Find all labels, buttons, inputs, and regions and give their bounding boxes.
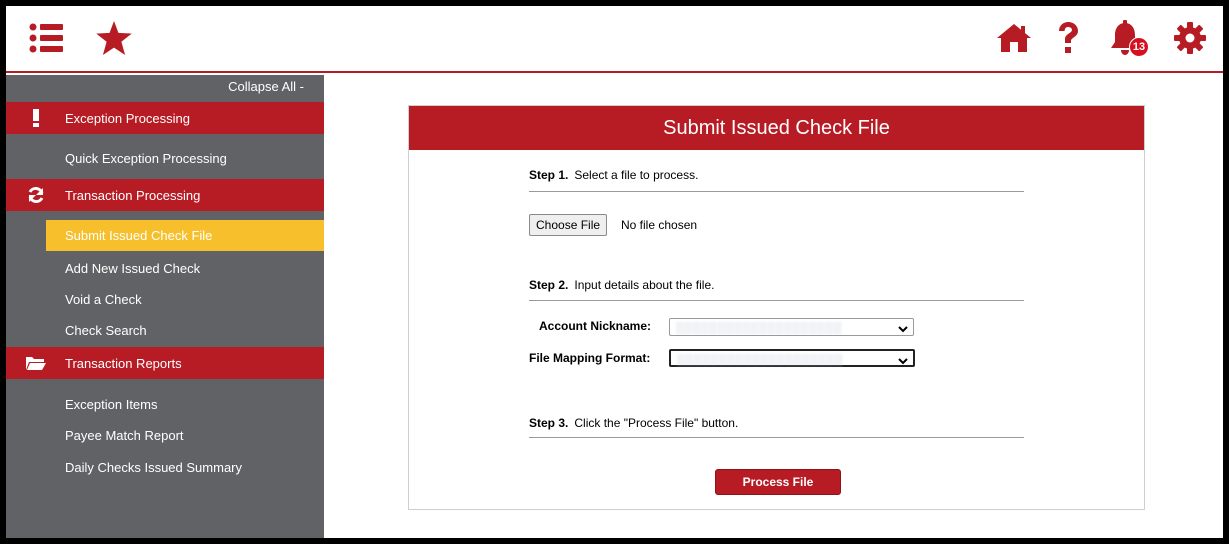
bell-icon[interactable]: 13: [1108, 20, 1152, 57]
exclamation-icon: [26, 108, 46, 128]
notification-count-badge: 13: [1129, 37, 1149, 57]
step-1-divider: [529, 191, 1024, 192]
submit-form-card: Submit Issued Check File Step 1. Select a…: [408, 105, 1145, 510]
step-2-number: Step 2.: [529, 278, 569, 292]
gear-icon[interactable]: [1172, 20, 1208, 56]
sidebar-item-exception-items[interactable]: Exception Items: [6, 391, 324, 417]
refresh-icon: [26, 185, 46, 205]
sidebar-item-label: Check Search: [65, 322, 147, 338]
main-content: Submit Issued Check File Step 1. Select a…: [324, 75, 1223, 538]
home-icon[interactable]: [996, 20, 1032, 56]
process-file-button[interactable]: Process File: [715, 469, 841, 495]
sidebar-item-label: Exception Items: [65, 396, 158, 412]
sidebar-item-daily-checks-issued-summary[interactable]: Daily Checks Issued Summary: [6, 454, 324, 480]
page-title: Submit Issued Check File: [409, 106, 1144, 150]
sidebar-section-transaction-reports[interactable]: Transaction Reports: [6, 347, 324, 379]
chevron-down-icon: [898, 353, 908, 371]
sidebar-item-label: Daily Checks Issued Summary: [65, 459, 242, 475]
file-mapping-format-label: File Mapping Format:: [529, 351, 651, 365]
sidebar-item-label: Payee Match Report: [65, 427, 184, 443]
sidebar-item-check-search[interactable]: Check Search: [6, 317, 324, 343]
sidebar-section-label: Transaction Reports: [65, 355, 182, 371]
step-3-text: Click the "Process File" button.: [574, 416, 739, 430]
sidebar-section-label: Exception Processing: [65, 110, 191, 126]
no-file-chosen-text: No file chosen: [621, 218, 698, 232]
file-mapping-value-redacted: ▒▒▒▒▒▒▒▒▒▒▒▒▒▒▒▒▒▒▒▒: [677, 354, 843, 366]
step-1-heading: Step 1. Select a file to process.: [529, 168, 698, 182]
account-nickname-select[interactable]: ▒▒▒▒▒▒▒▒▒▒▒▒▒▒▒▒▒▒▒▒: [669, 318, 914, 336]
step-2-divider: [529, 300, 1024, 301]
sidebar-item-payee-match-report[interactable]: Payee Match Report: [6, 422, 324, 448]
app-frame: 13 Collapse All - Exception Processing Q…: [6, 6, 1223, 538]
sidebar-item-label: Submit Issued Check File: [65, 228, 213, 243]
file-mapping-format-select[interactable]: ▒▒▒▒▒▒▒▒▒▒▒▒▒▒▒▒▒▒▒▒: [669, 349, 915, 367]
sidebar-section-exception-processing[interactable]: Exception Processing: [6, 102, 324, 134]
account-nickname-label: Account Nickname:: [539, 319, 652, 333]
star-icon[interactable]: [94, 20, 134, 56]
sidebar-item-label: Void a Check: [65, 291, 142, 307]
sidebar-item-void-a-check[interactable]: Void a Check: [6, 286, 324, 312]
sidebar-item-quick-exception-processing[interactable]: Quick Exception Processing: [6, 145, 324, 171]
sidebar-section-label: Transaction Processing: [65, 187, 201, 203]
step-1-text: Select a file to process.: [574, 168, 699, 182]
sidebar-item-label: Quick Exception Processing: [65, 150, 227, 166]
menu-list-icon[interactable]: [26, 20, 66, 56]
step-3-divider: [529, 437, 1024, 438]
question-icon[interactable]: [1054, 20, 1082, 56]
sidebar-item-submit-issued-check-file[interactable]: Submit Issued Check File: [46, 220, 324, 251]
top-bar: 13: [6, 6, 1223, 73]
account-nickname-value-redacted: ▒▒▒▒▒▒▒▒▒▒▒▒▒▒▒▒▒▒▒▒: [676, 322, 842, 334]
step-2-heading: Step 2. Input details about the file.: [529, 278, 714, 292]
sidebar: Collapse All - Exception Processing Quic…: [6, 75, 324, 538]
step-1-number: Step 1.: [529, 168, 569, 182]
step-2-text: Input details about the file.: [574, 278, 715, 292]
chevron-down-icon: [898, 321, 908, 339]
collapse-all-link[interactable]: Collapse All -: [228, 79, 304, 94]
sidebar-item-add-new-issued-check[interactable]: Add New Issued Check: [6, 255, 324, 281]
sidebar-section-transaction-processing[interactable]: Transaction Processing: [6, 179, 324, 211]
choose-file-button[interactable]: Choose File: [529, 214, 608, 236]
step-3-number: Step 3.: [529, 416, 569, 430]
sidebar-item-label: Add New Issued Check: [65, 260, 201, 276]
folder-open-icon: [26, 353, 46, 373]
step-3-heading: Step 3. Click the "Process File" button.: [529, 416, 738, 430]
